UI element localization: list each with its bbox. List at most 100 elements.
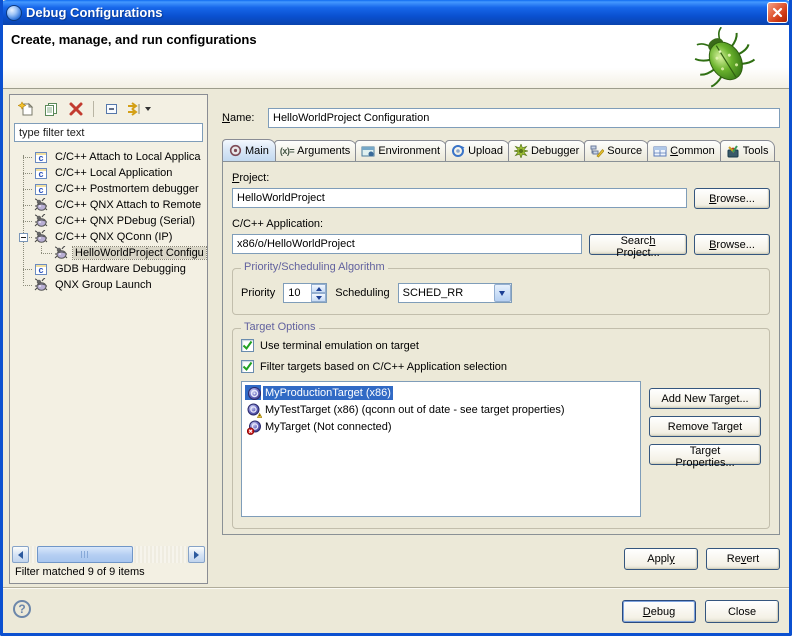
window-title: Debug Configurations (26, 5, 767, 20)
target-item-test[interactable]: MyTestTarget (x86) (qconn out of date - … (242, 401, 640, 418)
search-project-button[interactable]: Search Project... (589, 234, 687, 255)
chevron-down-icon[interactable] (494, 284, 511, 302)
tree-horizontal-scrollbar[interactable] (12, 546, 205, 563)
apply-button[interactable]: Apply (624, 548, 698, 570)
filter-targets-checkbox[interactable] (241, 360, 254, 373)
target-item-production[interactable]: MyProductionTarget (x86) (242, 384, 640, 401)
upload-tab-icon (451, 144, 465, 158)
target-warning-icon (245, 402, 261, 417)
tab-common[interactable]: Common (647, 140, 722, 161)
debug-button[interactable]: Debug (622, 600, 696, 623)
scheduling-dropdown[interactable]: SCHED_RR (398, 283, 512, 303)
tree-item-postmortem[interactable]: c C/C++ Postmortem debugger (10, 181, 207, 197)
target-list: MyProductionTarget (x86) MyTestTarget (x… (241, 381, 641, 517)
scheduling-value: SCHED_RR (399, 284, 494, 302)
tree-item-qnx-qconn[interactable]: C/C++ QNX QConn (IP) (10, 229, 207, 245)
project-input[interactable] (232, 188, 687, 208)
window-icon (6, 5, 22, 21)
project-label: Project: (232, 172, 770, 184)
tree-item-qnx-pdebug[interactable]: C/C++ QNX PDebug (Serial) (10, 213, 207, 229)
footer-separator (3, 587, 789, 589)
tab-bar: Main (x)= Arguments Environment Upload (222, 139, 780, 161)
tab-main[interactable]: Main (222, 139, 276, 161)
tree-item-label: QNX Group Launch (53, 279, 154, 291)
delete-configuration-icon[interactable] (66, 99, 86, 119)
tab-environment[interactable]: Environment (355, 140, 447, 161)
scrollbar-track[interactable] (29, 546, 188, 563)
tree-item-attach-local[interactable]: c C/C++ Attach to Local Applica (10, 149, 207, 165)
spinner-up-icon[interactable] (311, 284, 326, 293)
tree-item-helloworld-config[interactable]: HelloWorldProject Configu (10, 245, 207, 261)
tab-label: Environment (378, 145, 440, 157)
help-icon[interactable]: ? (13, 600, 31, 618)
new-configuration-icon[interactable] (16, 99, 36, 119)
application-browse-button[interactable]: Browse... (694, 234, 770, 255)
tab-debugger[interactable]: Debugger (508, 140, 586, 161)
tab-source[interactable]: Source (584, 140, 649, 161)
target-properties-button[interactable]: Target Properties... (649, 444, 761, 465)
tree-item-label: C/C++ Attach to Local Applica (53, 151, 203, 163)
tree-item-label: C/C++ Local Application (53, 167, 174, 179)
tab-upload[interactable]: Upload (445, 140, 510, 161)
application-label: C/C++ Application: (232, 218, 770, 230)
tree-item-label: GDB Hardware Debugging (53, 263, 188, 275)
terminal-emulation-checkbox[interactable] (241, 339, 254, 352)
tree-item-gdb-hardware[interactable]: c GDB Hardware Debugging (10, 261, 207, 277)
target-item-mytarget[interactable]: MyTarget (Not connected) (242, 418, 640, 435)
svg-text:c: c (38, 153, 43, 163)
tab-label: Tools (743, 145, 769, 157)
configurations-sidebar: c C/C++ Attach to Local Applica c C/C++ … (9, 94, 208, 584)
revert-button[interactable]: Revert (706, 548, 780, 570)
tree-item-qnx-attach-remote[interactable]: C/C++ QNX Attach to Remote (10, 197, 207, 213)
scrollbar-thumb[interactable] (37, 546, 133, 563)
sidebar-toolbar (10, 95, 207, 122)
duplicate-configuration-icon[interactable] (41, 99, 61, 119)
priority-scheduling-group: Priority/Scheduling Algorithm Priority 1… (232, 268, 770, 315)
scheduling-label: Scheduling (335, 287, 389, 299)
collapse-all-icon[interactable] (101, 99, 121, 119)
priority-value: 10 (284, 284, 311, 302)
svg-text:c: c (38, 265, 43, 275)
configurations-tree: c C/C++ Attach to Local Applica c C/C++ … (10, 145, 207, 545)
filter-status-text: Filter matched 9 of 9 items (10, 563, 207, 583)
tab-label: Common (670, 145, 715, 157)
scroll-left-icon[interactable] (12, 546, 29, 563)
tab-label: Source (607, 145, 642, 157)
qnx-bug-icon (54, 246, 70, 260)
target-options-group: Target Options Use terminal emulation on… (232, 328, 770, 529)
toolbar-separator (93, 101, 94, 117)
qnx-bug-icon (34, 278, 50, 292)
qnx-bug-icon (34, 230, 50, 244)
tree-item-qnx-group-launch[interactable]: QNX Group Launch (10, 277, 207, 293)
configuration-form: Name: Main (x)= Arguments Environment (222, 108, 780, 570)
common-tab-icon (653, 144, 667, 158)
close-button[interactable]: Close (705, 600, 779, 623)
svg-text:c: c (38, 185, 43, 195)
tab-label: Upload (468, 145, 503, 157)
add-new-target-button[interactable]: Add New Target... (649, 388, 761, 409)
tools-tab-icon (726, 144, 740, 158)
project-browse-button[interactable]: Browse... (694, 188, 770, 209)
close-icon[interactable] (767, 2, 788, 23)
application-input[interactable] (232, 234, 582, 254)
type-filter-input[interactable] (14, 123, 203, 142)
remove-target-button[interactable]: Remove Target (649, 416, 761, 437)
tab-tools[interactable]: Tools (720, 140, 776, 161)
svg-text:c: c (38, 169, 43, 179)
spinner-down-icon[interactable] (311, 293, 326, 302)
terminal-emulation-label: Use terminal emulation on target (260, 340, 419, 352)
tree-item-label: C/C++ QNX PDebug (Serial) (53, 215, 197, 227)
collapse-node-icon[interactable] (19, 233, 28, 242)
tree-item-local-application[interactable]: c C/C++ Local Application (10, 165, 207, 181)
name-input[interactable] (268, 108, 780, 128)
tab-arguments[interactable]: (x)= Arguments (274, 140, 357, 161)
scroll-right-icon[interactable] (188, 546, 205, 563)
priority-group-title: Priority/Scheduling Algorithm (241, 261, 388, 273)
priority-spinner[interactable]: 10 (283, 283, 327, 303)
priority-label: Priority (241, 287, 275, 299)
tree-item-label: C/C++ QNX Attach to Remote (53, 199, 203, 211)
debug-configurations-dialog: Debug Configurations Create, manage, and… (0, 0, 792, 636)
header-title: Create, manage, and run configurations (11, 32, 257, 47)
filter-launch-configurations-icon[interactable] (126, 101, 151, 117)
source-tab-icon (590, 144, 604, 158)
